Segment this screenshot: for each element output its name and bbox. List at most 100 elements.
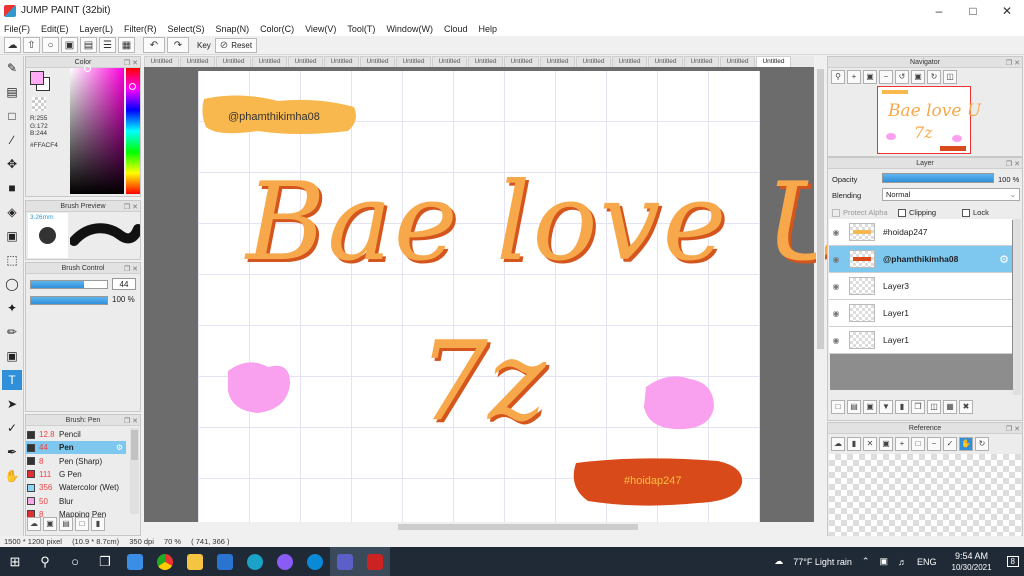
zoom-fit-icon[interactable]: ⚲ — [831, 70, 845, 84]
brush-list-item[interactable]: 12.8 Pencil — [26, 428, 126, 441]
duplicate-layer-icon[interactable]: ❐ — [911, 400, 925, 414]
text-tool-icon[interactable]: T — [2, 370, 22, 390]
brush-opacity-slider[interactable] — [30, 296, 108, 305]
menu-select[interactable]: Select(S) — [168, 24, 205, 34]
file-explorer-icon[interactable] — [180, 547, 210, 576]
volume-icon[interactable]: ♬ — [898, 557, 907, 567]
layer-row[interactable]: ◉ #hoidap247 — [829, 219, 1012, 246]
menu-view[interactable]: View(V) — [305, 24, 336, 34]
task-view-icon[interactable]: ❐ — [90, 547, 120, 576]
layer-list-scrollbar[interactable] — [1013, 219, 1021, 395]
ref-cloud-icon[interactable]: ☁ — [831, 437, 845, 451]
protect-alpha-checkbox[interactable]: Protect Alpha — [832, 208, 888, 217]
network-icon[interactable]: ▣ — [879, 556, 888, 567]
redo-icon[interactable]: ↷ — [167, 37, 189, 53]
tab-document[interactable]: Untitled — [252, 56, 287, 67]
rotate-reset-icon[interactable]: ▣ — [911, 70, 925, 84]
brush-settings-icon[interactable]: ▣ — [43, 517, 57, 531]
tab-document[interactable]: Untitled — [144, 56, 179, 67]
layer-row[interactable]: ◉ Layer1 — [829, 327, 1012, 354]
merge-layer-icon[interactable]: ◫ — [927, 400, 941, 414]
cortana-icon[interactable]: ○ — [60, 547, 90, 576]
menu-edit[interactable]: Edit(E) — [41, 24, 69, 34]
tab-document[interactable]: Untitled — [288, 56, 323, 67]
search-icon[interactable]: ⚲ — [30, 547, 60, 576]
foreground-color-swatch[interactable] — [30, 71, 44, 85]
zoom-actual-icon[interactable]: ▣ — [863, 70, 877, 84]
brush-list-item[interactable]: 111 G Pen — [26, 468, 126, 481]
new-layer-icon[interactable]: □ — [831, 400, 845, 414]
language-indicator[interactable]: ENG — [917, 557, 937, 567]
transparent-color-swatch[interactable] — [32, 97, 46, 111]
visibility-icon[interactable]: ◉ — [829, 228, 843, 237]
magic-wand-tool-icon[interactable]: ✦ — [2, 298, 22, 318]
add-layer-dropdown-icon[interactable]: ▼ — [879, 400, 893, 414]
ref-fit-icon[interactable]: ▣ — [879, 437, 893, 451]
select-rect-tool-icon[interactable]: ⬚ — [2, 250, 22, 270]
jump-paint-icon[interactable] — [360, 547, 390, 576]
ref-zoom-in-icon[interactable]: + — [895, 437, 909, 451]
navigator-thumbnail[interactable]: Bae love U 7z — [877, 86, 981, 154]
undo-icon[interactable]: ↶ — [143, 37, 165, 53]
tab-document[interactable]: Untitled — [720, 56, 755, 67]
ref-close-icon[interactable]: ✕ — [863, 437, 877, 451]
chat-icon[interactable]: ▣ — [61, 37, 78, 53]
ref-zoom-out-icon[interactable]: − — [927, 437, 941, 451]
menu-filter[interactable]: Filter(R) — [124, 24, 157, 34]
brush-tool-icon[interactable]: ✎ — [2, 58, 22, 78]
cloud-icon[interactable]: ☁ — [4, 37, 21, 53]
upload-icon[interactable]: ⇧ — [23, 37, 40, 53]
drawing-paper[interactable]: @phamthikimha08 Bae love U 7z #hoidap247 — [198, 71, 856, 522]
gear-icon[interactable]: ⚙ — [999, 253, 1009, 266]
weather-icon[interactable]: ☁ — [774, 556, 783, 567]
canvas-area[interactable]: @phamthikimha08 Bae love U 7z #hoidap247 — [144, 67, 856, 522]
tab-document[interactable]: Untitled — [396, 56, 431, 67]
brush-cloud-icon[interactable]: ☁ — [27, 517, 41, 531]
teams-icon[interactable] — [330, 547, 360, 576]
zoom-out-icon[interactable]: − — [879, 70, 893, 84]
grid-icon[interactable]: ▦ — [118, 37, 135, 53]
ref-actual-icon[interactable]: □ — [911, 437, 925, 451]
ref-hand-icon[interactable]: ✋ — [959, 437, 973, 451]
rotate-left-icon[interactable]: ↺ — [895, 70, 909, 84]
zoom-in-icon[interactable]: + — [847, 70, 861, 84]
select-eraser-tool-icon[interactable]: ▣ — [2, 346, 22, 366]
store-icon[interactable] — [120, 547, 150, 576]
menu-tool[interactable]: Tool(T) — [347, 24, 375, 34]
list-icon[interactable]: ☰ — [99, 37, 116, 53]
clipping-checkbox[interactable]: Clipping — [898, 208, 936, 217]
chrome-icon[interactable] — [150, 547, 180, 576]
brush-new-icon[interactable]: ▤ — [59, 517, 73, 531]
tab-document[interactable]: Untitled — [540, 56, 575, 67]
select-pen-tool-icon[interactable]: ✏ — [2, 322, 22, 342]
layer-row[interactable]: ◉ Layer1 — [829, 300, 1012, 327]
visibility-icon[interactable]: ◉ — [829, 336, 843, 345]
eyedropper-tool-icon[interactable]: ✓ — [2, 418, 22, 438]
brush-list-item[interactable]: 50 Blur — [26, 495, 126, 508]
pen-tool-icon[interactable]: ✒ — [2, 442, 22, 462]
comment-icon[interactable]: ○ — [42, 37, 59, 53]
tab-document[interactable]: Untitled — [612, 56, 647, 67]
notification-badge[interactable]: 8 — [1006, 556, 1019, 567]
windows-start-icon[interactable]: ⊞ — [0, 547, 30, 576]
layer-settings-icon[interactable]: ▦ — [943, 400, 957, 414]
fill-rect-tool-icon[interactable]: ■ — [2, 178, 22, 198]
tray-chevron-icon[interactable]: ⌃ — [862, 556, 870, 567]
layer-opacity-slider[interactable] — [882, 173, 994, 183]
brush-list-item[interactable]: 8 Pen (Sharp) — [26, 455, 126, 468]
weather-text[interactable]: 77°F Light rain — [793, 557, 852, 567]
brush-copy-icon[interactable]: □ — [75, 517, 89, 531]
delete-layer-icon[interactable]: ✖ — [959, 400, 973, 414]
lasso-tool-icon[interactable]: ◯ — [2, 274, 22, 294]
lock-checkbox[interactable]: Lock — [962, 208, 989, 217]
layer-row[interactable]: ◉ @phamthikimha08 ⚙ — [829, 246, 1012, 273]
color-picker-handle[interactable] — [84, 65, 91, 72]
tab-document[interactable]: Untitled — [324, 56, 359, 67]
ref-eyedropper-icon[interactable]: ✓ — [943, 437, 957, 451]
brush-folder-icon[interactable]: ▮ — [91, 517, 105, 531]
edge-icon[interactable] — [240, 547, 270, 576]
document-icon[interactable]: ▤ — [80, 37, 97, 53]
reference-canvas[interactable] — [829, 454, 1021, 536]
brush-list-scrollbar[interactable] — [130, 428, 139, 514]
new-layer-alt-icon[interactable]: ▤ — [847, 400, 861, 414]
